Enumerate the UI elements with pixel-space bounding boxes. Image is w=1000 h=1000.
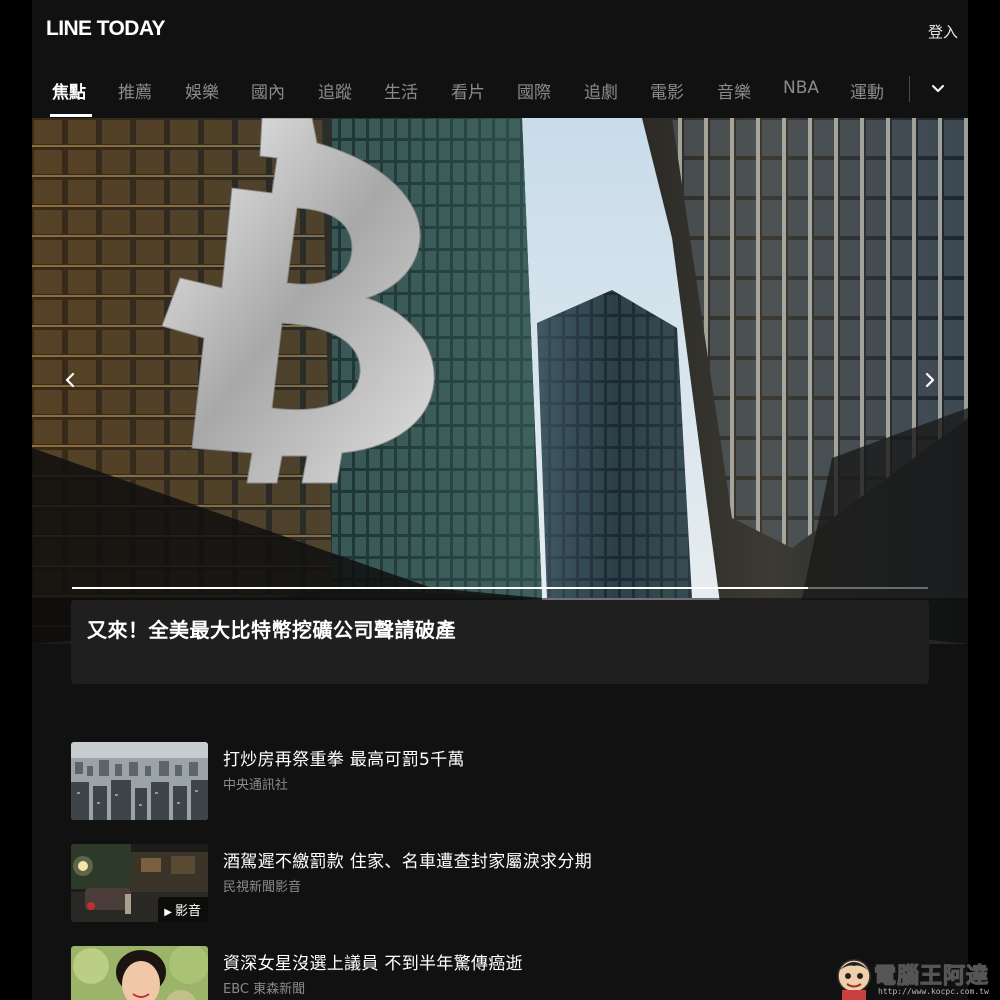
mascot-icon bbox=[837, 959, 871, 1000]
video-badge: ▶ 影音 bbox=[158, 897, 208, 922]
hero-headline[interactable]: 又來！全美最大比特幣挖礦公司聲請破產 bbox=[87, 614, 456, 643]
carousel-progress-bar bbox=[72, 587, 928, 589]
news-source: EBC 東森新聞 bbox=[223, 982, 306, 997]
line-today-logo[interactable]: LINE TODAY bbox=[46, 17, 165, 41]
chevron-down-icon[interactable] bbox=[928, 79, 948, 99]
tab-life[interactable]: 生活 bbox=[384, 78, 418, 103]
watermark-text: 電腦王阿達 bbox=[873, 964, 990, 990]
tab-focus[interactable]: 焦點 bbox=[52, 78, 86, 103]
tab-sports[interactable]: 運動 bbox=[850, 78, 884, 103]
hero-headline-card[interactable]: 又來！全美最大比特幣挖礦公司聲請破產 bbox=[71, 600, 929, 684]
nav-divider bbox=[909, 76, 910, 102]
news-item[interactable]: 資深女星沒選上議員 不到半年驚傳癌逝 EBC 東森新聞 bbox=[71, 946, 929, 1000]
tab-recommended[interactable]: 推薦 bbox=[118, 78, 152, 103]
tab-drama[interactable]: 追劇 bbox=[584, 78, 618, 103]
tab-nba[interactable]: NBA bbox=[783, 78, 819, 98]
news-source: 民視新聞影音 bbox=[223, 880, 302, 895]
news-thumbnail[interactable]: ▶ 影音 bbox=[71, 844, 208, 922]
category-nav: 焦點 推薦 娛樂 國內 追蹤 生活 看片 國際 追劇 電影 音樂 NBA 運動 bbox=[32, 62, 968, 118]
tab-domestic[interactable]: 國內 bbox=[251, 78, 285, 103]
watermark-url: http://www.kocpc.com.tw bbox=[878, 987, 989, 996]
tab-music[interactable]: 音樂 bbox=[717, 78, 751, 103]
tab-following[interactable]: 追蹤 bbox=[318, 78, 352, 103]
news-title[interactable]: 打炒房再祭重拳 最高可罰5千萬 bbox=[223, 745, 465, 770]
hero-image bbox=[32, 118, 968, 644]
tab-videos[interactable]: 看片 bbox=[451, 78, 485, 103]
app-window: LINE TODAY 登入 焦點 推薦 娛樂 國內 追蹤 生活 看片 國際 追劇… bbox=[32, 0, 968, 1000]
hero-carousel[interactable] bbox=[32, 118, 968, 644]
video-badge-label: 影音 bbox=[174, 904, 201, 919]
watermark: 電腦王阿達 http://www.kocpc.com.tw bbox=[834, 954, 1000, 1000]
news-thumbnail[interactable] bbox=[71, 946, 208, 1000]
tab-movies[interactable]: 電影 bbox=[650, 78, 684, 103]
login-button[interactable]: 登入 bbox=[928, 21, 958, 42]
tab-international[interactable]: 國際 bbox=[517, 78, 551, 103]
play-icon: ▶ bbox=[164, 907, 172, 918]
tab-entertainment[interactable]: 娛樂 bbox=[185, 78, 219, 103]
chevron-right-icon[interactable] bbox=[918, 368, 942, 392]
active-tab-indicator bbox=[50, 114, 92, 117]
news-title[interactable]: 酒駕遲不繳罰款 住家、名車遭查封家屬淚求分期 bbox=[223, 847, 592, 872]
news-thumbnail[interactable] bbox=[71, 742, 208, 820]
news-item[interactable]: 打炒房再祭重拳 最高可罰5千萬 中央通訊社 bbox=[71, 742, 929, 820]
news-source: 中央通訊社 bbox=[223, 778, 289, 793]
header: LINE TODAY 登入 bbox=[32, 0, 968, 60]
news-title[interactable]: 資深女星沒選上議員 不到半年驚傳癌逝 bbox=[223, 949, 523, 974]
news-item[interactable]: ▶ 影音 酒駕遲不繳罰款 住家、名車遭查封家屬淚求分期 民視新聞影音 bbox=[71, 844, 929, 922]
chevron-left-icon[interactable] bbox=[58, 368, 82, 392]
carousel-progress-fill bbox=[72, 587, 809, 589]
